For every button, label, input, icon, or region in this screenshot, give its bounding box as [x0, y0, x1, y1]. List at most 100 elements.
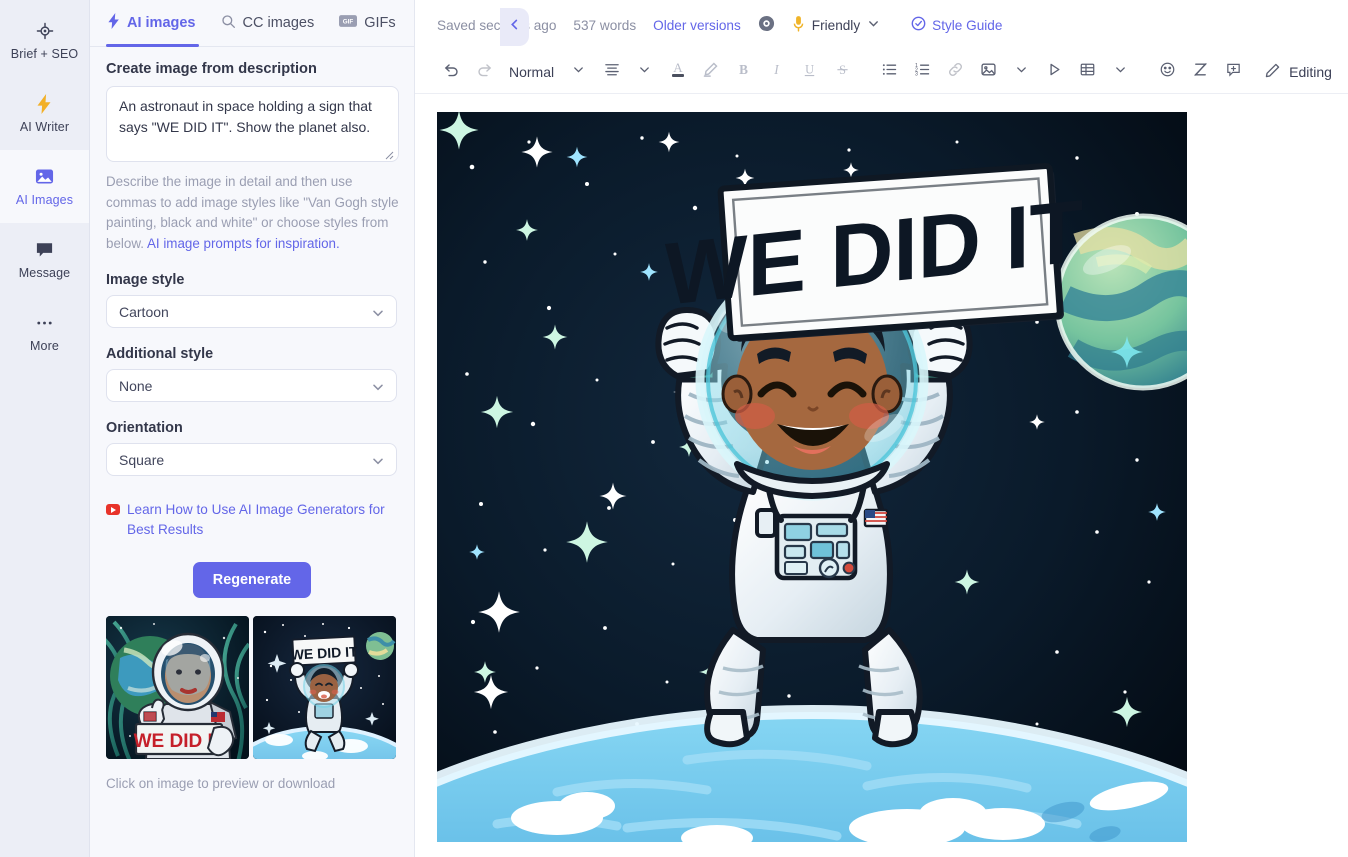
- document-meta-bar: Saved seconds ago 537 words Older versio…: [415, 0, 1348, 50]
- search-icon: [221, 14, 236, 33]
- thumbnails-hint: Click on image to preview or download: [106, 776, 336, 792]
- chevron-down-icon: [1015, 63, 1028, 81]
- chevron-down-icon: [867, 17, 880, 33]
- link-button[interactable]: [939, 55, 972, 88]
- play-icon: [1046, 61, 1063, 83]
- clear-format-icon: [1192, 61, 1209, 83]
- svg-text:U: U: [805, 62, 814, 76]
- additional-style-label: Additional style: [106, 346, 214, 363]
- prompt-help-text: Describe the image in detail and then us…: [106, 172, 401, 254]
- emoji-button[interactable]: [1151, 55, 1184, 88]
- sidebar-item-ai-writer[interactable]: AI Writer: [0, 77, 89, 150]
- thumbnail-astronaut-boy[interactable]: WE DID IT: [253, 616, 396, 760]
- insert-table-chevron[interactable]: [1104, 55, 1137, 88]
- add-comment-icon: [1225, 61, 1242, 83]
- image-style-select[interactable]: Cartoon: [106, 295, 397, 329]
- document-canvas: WE DID IT: [415, 94, 1348, 842]
- orientation-select[interactable]: Square: [106, 443, 397, 477]
- sidebar-item-ai-images[interactable]: AI Images: [0, 150, 89, 223]
- thumbnail-astronaut-female[interactable]: WE DID IT: [106, 616, 249, 760]
- italic-button[interactable]: I: [760, 55, 793, 88]
- bold-button[interactable]: B: [727, 55, 760, 88]
- youtube-guide-link[interactable]: Learn How to Use AI Image Generators for…: [106, 500, 396, 540]
- insert-table-button[interactable]: [1071, 55, 1104, 88]
- insert-image-chevron[interactable]: [1005, 55, 1038, 88]
- prompt-inspiration-link[interactable]: AI image prompts for inspiration.: [147, 236, 340, 251]
- tab-cc-images[interactable]: CC images: [209, 0, 328, 47]
- clear-formatting-button[interactable]: [1184, 55, 1217, 88]
- redo-button[interactable]: [468, 55, 501, 88]
- youtube-guide-label: Learn How to Use AI Image Generators for…: [127, 502, 385, 538]
- paragraph-style-select[interactable]: Normal: [501, 55, 562, 88]
- emoji-icon: [1159, 61, 1176, 83]
- tone-label: Friendly: [811, 17, 861, 33]
- panel-body: Create image from description Describe t…: [90, 47, 414, 791]
- editing-mode-label: Editing: [1289, 63, 1332, 80]
- sidebar-item-label: More: [30, 338, 59, 353]
- editing-mode-button[interactable]: Editing: [1250, 62, 1332, 82]
- panel-section-title: Create image from description: [106, 61, 317, 77]
- paragraph-style-value: Normal: [509, 63, 555, 80]
- ellipsis-icon: [35, 313, 54, 333]
- paragraph-style-chevron[interactable]: [562, 55, 595, 88]
- sidebar-item-brief-seo[interactable]: Brief + SEO: [0, 4, 89, 77]
- numbered-list-icon: 1 2 3: [914, 61, 931, 83]
- align-chevron[interactable]: [628, 55, 661, 88]
- italic-icon: I: [768, 61, 785, 83]
- ai-images-panel: AI images CC images GIF GIFs Create imag…: [90, 0, 529, 857]
- link-icon: [947, 61, 964, 83]
- panel-tab-bar: AI images CC images GIF GIFs: [90, 0, 414, 47]
- align-button[interactable]: [595, 55, 628, 88]
- text-color-button[interactable]: A: [661, 55, 694, 88]
- highlight-button[interactable]: [694, 55, 727, 88]
- tab-gifs[interactable]: GIF GIFs: [327, 0, 408, 47]
- image-icon: [35, 167, 54, 187]
- insert-image-button[interactable]: [972, 55, 1005, 88]
- strikethrough-button[interactable]: S: [826, 55, 859, 88]
- pencil-icon: [1264, 62, 1281, 82]
- style-guide-button[interactable]: Style Guide: [911, 16, 1002, 34]
- image-icon: [980, 61, 997, 83]
- chat-icon: [35, 240, 54, 260]
- regenerate-row: Regenerate: [106, 562, 398, 599]
- tab-label: GIFs: [364, 15, 396, 31]
- toolbar-divider: [1137, 55, 1151, 88]
- microphone-icon: [792, 15, 805, 35]
- orientation-label: Orientation: [106, 420, 183, 437]
- svg-text:3: 3: [915, 71, 918, 77]
- youtube-icon: [106, 504, 120, 516]
- eye-icon[interactable]: [758, 15, 775, 35]
- tone-selector[interactable]: Friendly: [792, 15, 880, 35]
- saved-status: Saved seconds ago: [437, 17, 557, 33]
- sidebar-item-more[interactable]: More: [0, 296, 89, 369]
- underline-button[interactable]: U: [793, 55, 826, 88]
- tab-ai-images[interactable]: AI images: [106, 0, 209, 47]
- insert-video-button[interactable]: [1038, 55, 1071, 88]
- additional-style-value: None: [119, 377, 153, 394]
- chevron-down-icon: [572, 63, 585, 81]
- app-root: Brief + SEO AI Writer AI Images Message …: [0, 0, 1348, 857]
- document-editor: Saved seconds ago 537 words Older versio…: [415, 0, 1348, 857]
- regenerate-button[interactable]: Regenerate: [192, 562, 312, 599]
- undo-icon: [443, 61, 460, 83]
- prompt-input[interactable]: [106, 86, 399, 162]
- add-comment-button[interactable]: [1217, 55, 1250, 88]
- sidebar-item-label: Message: [18, 265, 71, 280]
- sidebar-item-message[interactable]: Message: [0, 223, 89, 296]
- chevron-down-icon: [371, 454, 385, 471]
- chevron-down-icon: [638, 63, 651, 81]
- astronaut-we-did-it-image[interactable]: WE DID IT: [437, 112, 1187, 842]
- older-versions-link[interactable]: Older versions: [653, 18, 741, 33]
- svg-text:A: A: [673, 60, 683, 75]
- bold-icon: B: [735, 61, 752, 83]
- sidebar-item-label: AI Images: [15, 192, 74, 207]
- bullet-list-button[interactable]: [873, 55, 906, 88]
- chevron-left-icon: [508, 18, 521, 36]
- underline-icon: U: [801, 61, 818, 83]
- align-icon: [604, 61, 620, 82]
- additional-style-select[interactable]: None: [106, 369, 397, 403]
- highlighter-icon: [702, 61, 719, 83]
- undo-button[interactable]: [435, 55, 468, 88]
- collapse-panel-button[interactable]: [500, 8, 529, 46]
- numbered-list-button[interactable]: 1 2 3: [906, 55, 939, 88]
